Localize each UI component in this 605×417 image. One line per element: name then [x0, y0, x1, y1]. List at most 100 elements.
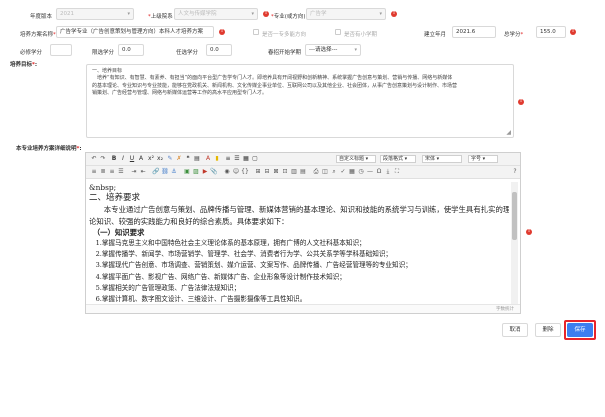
date-label: 建立年月	[424, 32, 447, 38]
align-left-icon[interactable]: ≡	[90, 168, 98, 176]
total-credit-input[interactable]: 155.0	[536, 26, 566, 38]
align-center-icon[interactable]: ≣	[99, 168, 107, 176]
insert-row-icon[interactable]: ⊟	[263, 168, 271, 176]
chevron-down-icon: ▾	[127, 11, 130, 17]
outdent-icon[interactable]: ⇤	[139, 168, 147, 176]
font-color-icon[interactable]: A	[204, 155, 212, 163]
content-subheading: （一）知识要求	[89, 227, 145, 237]
time-icon[interactable]: ◷	[357, 168, 365, 176]
content-line: 2.掌握传播学、新闻学、市场营销学、管理学、社会学、消费者行为学、公共关系学等学…	[89, 250, 393, 259]
highlight-icon[interactable]: ▮	[213, 155, 221, 163]
minor-term-checkbox[interactable]	[335, 29, 341, 35]
limited-credit-label: 限选学分	[92, 50, 115, 56]
font-size-dropdown[interactable]: 字号 ▾	[468, 155, 498, 163]
unlink-icon[interactable]: ⛓	[161, 168, 169, 176]
editor-toolbar-1: ↶ ↷ B I U A x² x₂ ✎ ✗ ❝ ▤ A ▮ ≡ ☰ ▦ ▢ 自定…	[86, 153, 520, 166]
save-button-highlight	[564, 320, 596, 340]
total-credit-value: 155.0	[540, 29, 556, 35]
elective-credit-input[interactable]: 0.0	[206, 44, 232, 56]
heading-style-dropdown[interactable]: 自定义标题 ▾	[336, 155, 376, 163]
redo-icon[interactable]: ↷	[99, 155, 107, 163]
align-right-icon[interactable]: ≡	[108, 168, 116, 176]
content-line: 本专业通过广告创意与策划、品牌传播与管理、新媒体营销的基本理论、知识和技能的系统…	[89, 205, 509, 215]
undo-icon[interactable]: ↶	[90, 155, 98, 163]
elective-credit-label: 任选学分	[176, 50, 199, 56]
insert-image-icon[interactable]: ▨	[192, 168, 200, 176]
split-cells-icon[interactable]: ▥	[290, 168, 298, 176]
search-icon[interactable]: ⌕	[330, 168, 338, 176]
scrollbar-thumb[interactable]	[512, 192, 517, 240]
one-major-label: 是否一专多能方向	[262, 32, 307, 38]
paragraph-format-dropdown[interactable]: 段落格式 ▾	[380, 155, 416, 163]
pasteplain-icon[interactable]: ▤	[193, 155, 201, 163]
justify-icon[interactable]: ☰	[117, 168, 125, 176]
ordered-list-icon[interactable]: ≡	[224, 155, 232, 163]
required-credit-input[interactable]	[50, 44, 72, 56]
clear-doc-icon[interactable]: ▢	[251, 155, 259, 163]
select-all-icon[interactable]: ▦	[242, 155, 250, 163]
year-value: 2021	[60, 11, 74, 17]
error-icon: !	[570, 29, 576, 35]
content-line: 4.掌握平面广告、影视广告、网络广告、新媒体广告、企业形象等设计制作技术知识；	[89, 272, 346, 281]
chevron-down-icon: ▾	[354, 47, 357, 53]
limited-credit-input[interactable]: 0.0	[118, 44, 144, 56]
one-major-checkbox[interactable]	[253, 29, 259, 35]
year-select[interactable]: 2021 ▾	[56, 8, 134, 20]
content-line: 1.掌握马克思主义和中国特色社会主义理论体系的基本原理，拥有广博的人文社科基本知…	[89, 239, 366, 248]
content-heading: 二、培养要求	[89, 193, 141, 204]
italic-icon[interactable]: I	[119, 155, 127, 163]
attachment-icon[interactable]: 📎	[210, 168, 218, 176]
goal-label: 培养目标*:	[10, 62, 38, 68]
plan-name-value: 广告学专业（广告创意策划与管理方向）本科人才培养方案	[60, 29, 204, 35]
page-break-icon[interactable]: ⤓	[384, 168, 392, 176]
superscript-icon[interactable]: x²	[147, 155, 155, 163]
merge-cells-icon[interactable]: ⊡	[281, 168, 289, 176]
link-icon[interactable]: 🔗	[152, 168, 160, 176]
image-icon[interactable]: ▣	[183, 168, 191, 176]
delete-button[interactable]: 删除	[535, 323, 561, 337]
blockquote-icon[interactable]: ❝	[184, 155, 192, 163]
table-icon[interactable]: ⊞	[254, 168, 262, 176]
parent-dept-select[interactable]: 人文与传媒学院 ▾	[174, 8, 258, 20]
preview-icon[interactable]: ◫	[321, 168, 329, 176]
date-input[interactable]: 2021.6	[452, 26, 496, 38]
content-line: &nbsp;	[89, 183, 117, 192]
emoji-icon[interactable]: ☺	[232, 168, 240, 176]
code-icon[interactable]: {}	[241, 168, 249, 176]
editor-content[interactable]: &nbsp; 二、培养要求 本专业通过广告创意与策划、品牌传播与管理、新媒体营销…	[89, 182, 509, 304]
error-icon: !	[219, 29, 225, 35]
resize-handle-icon[interactable]: ◢	[506, 129, 511, 136]
indent-icon[interactable]: ⇥	[130, 168, 138, 176]
remove-format-icon[interactable]: ✗	[175, 155, 183, 163]
major-select[interactable]: 广告学 ▾	[306, 8, 386, 20]
format-brush-icon[interactable]: ✎	[166, 155, 174, 163]
anchor-icon[interactable]: ⚓	[170, 168, 178, 176]
delete-table-icon[interactable]: ▤	[299, 168, 307, 176]
rich-text-editor[interactable]: ↶ ↷ B I U A x² x₂ ✎ ✗ ❝ ▤ A ▮ ≡ ☰ ▦ ▢ 自定…	[85, 152, 521, 314]
map-icon[interactable]: ◉	[223, 168, 231, 176]
plan-name-input[interactable]: 广告学专业（广告创意策划与管理方向）本科人才培养方案	[56, 26, 214, 38]
editor-scrollbar[interactable]	[511, 182, 518, 304]
content-line: 5.掌握相关的广告管理政策、广告法律法规知识；	[89, 283, 241, 292]
underline-icon[interactable]: U	[128, 155, 136, 163]
cancel-button[interactable]: 取消	[502, 323, 528, 337]
horizontal-rule-icon[interactable]: —	[366, 168, 374, 176]
special-char-icon[interactable]: Ω	[375, 168, 383, 176]
fullscreen-icon[interactable]: ⛶	[393, 168, 401, 176]
font-family-dropdown[interactable]: 宋体 ▾	[422, 155, 462, 163]
video-icon[interactable]: ▶	[201, 168, 209, 176]
content-line: 6.掌握计算机、数字图文设计、三维设计、广告摄影摄像等工具性知识。	[89, 295, 307, 304]
spellcheck-icon[interactable]: ✓	[339, 168, 347, 176]
start-term-select[interactable]: ---请选择--- ▾	[305, 44, 361, 56]
goal-textarea[interactable]: 一、培养目标 培养“有知识、有智慧、有素养、有担当”的面向平台型广告学专门人才。…	[86, 64, 514, 138]
strikethrough-icon[interactable]: A	[137, 155, 145, 163]
chevron-down-icon: ▾	[251, 11, 254, 17]
bold-icon[interactable]: B	[110, 155, 118, 163]
unordered-list-icon[interactable]: ☰	[233, 155, 241, 163]
print-icon[interactable]: ⎙	[312, 168, 320, 176]
help-icon[interactable]: ?	[511, 168, 519, 176]
limited-credit-value: 0.0	[122, 47, 131, 53]
insert-col-icon[interactable]: ⊠	[272, 168, 280, 176]
subscript-icon[interactable]: x₂	[156, 155, 164, 163]
date-icon[interactable]: ▦	[348, 168, 356, 176]
